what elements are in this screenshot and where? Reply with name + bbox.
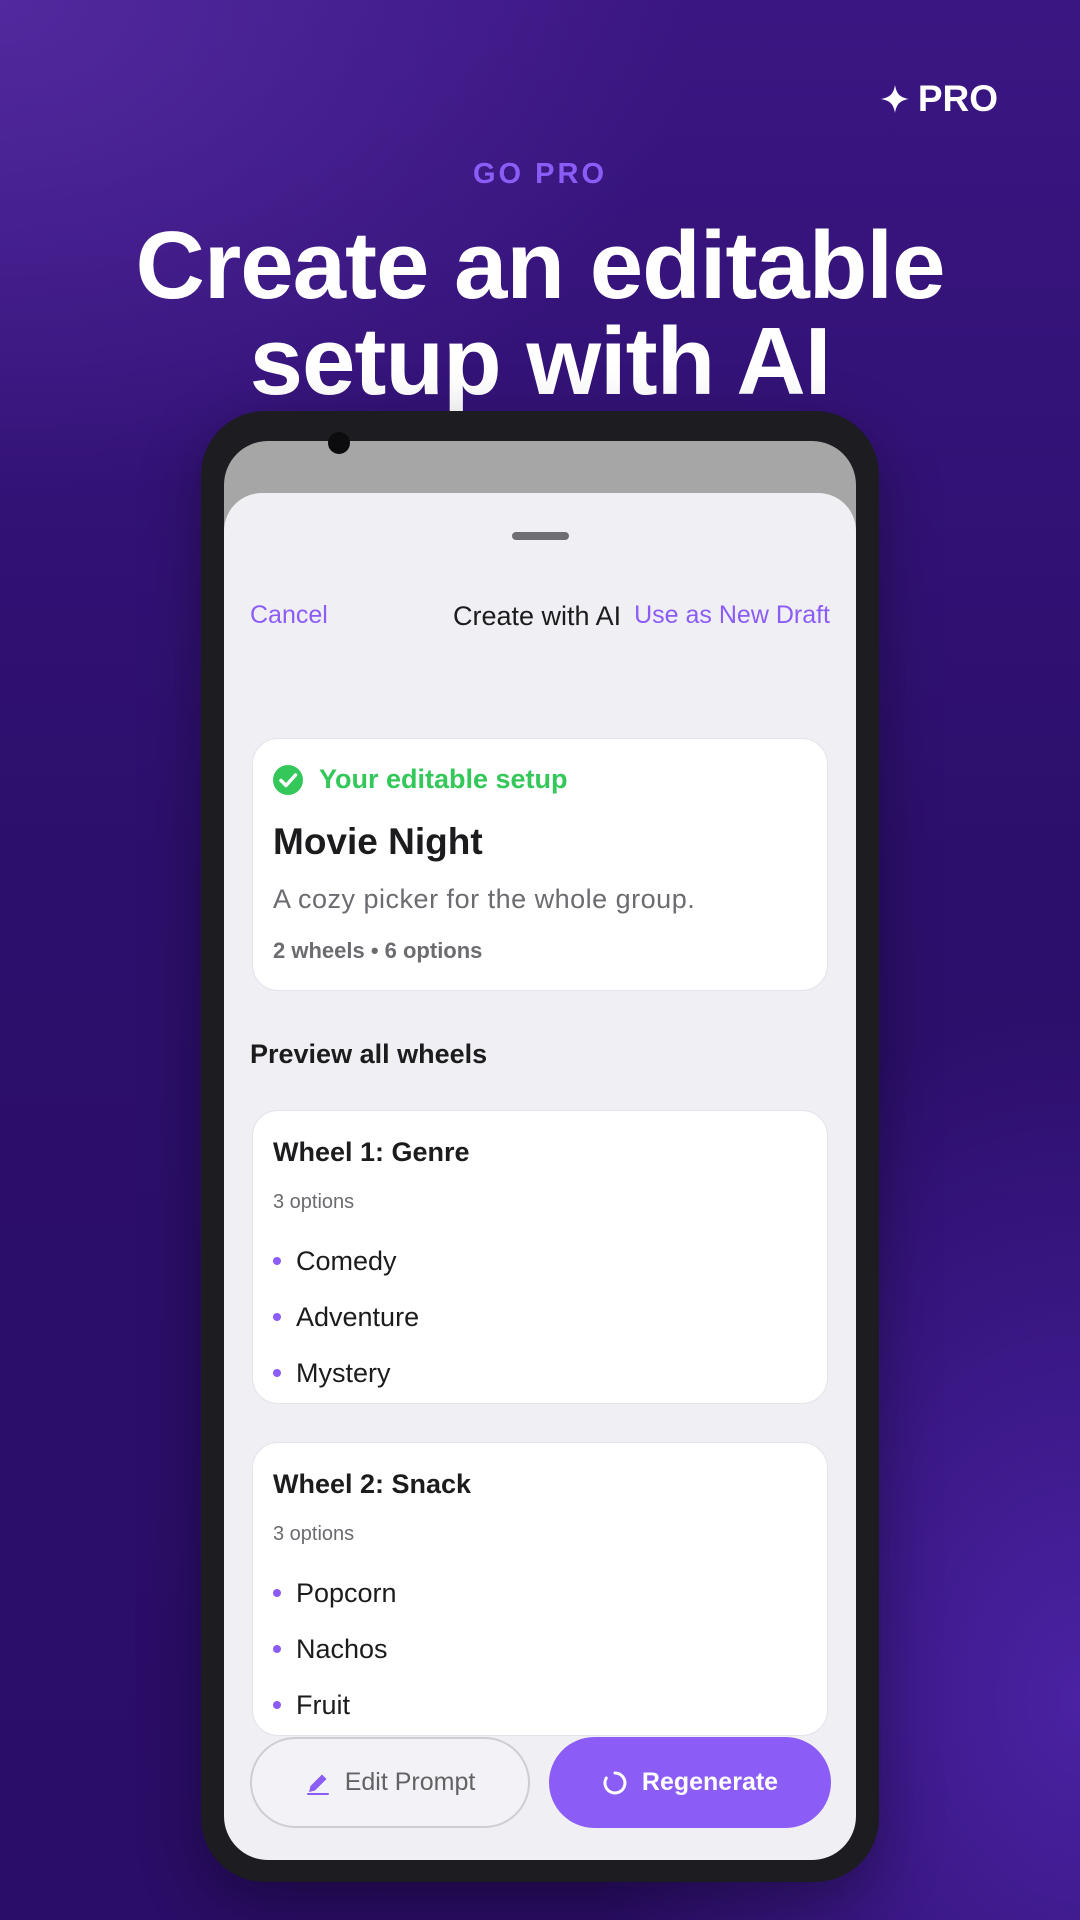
list-item: Adventure [273,1289,419,1345]
preview-section-title: Preview all wheels [250,1039,488,1069]
status-row: Your editable setup [273,764,568,795]
bullet-icon [273,1589,281,1597]
list-item: Nachos [273,1621,397,1677]
check-circle-icon [273,764,303,795]
wheel-option-count: 3 options [273,1523,355,1545]
use-as-new-draft-button[interactable]: Use as New Draft [634,601,830,630]
phone-mockup: Cancel Create with AI Use as New Draft Y… [201,411,879,1882]
pro-badge-label: PRO [917,78,998,119]
sparkle-icon [880,85,909,113]
wheel-title: Wheel 1: Genre [273,1137,470,1167]
headline: Create an editable setup with AI [0,218,1080,410]
camera-icon [328,432,350,454]
sheet-nav-bar: Cancel Create with AI Use as New Draft [224,601,856,641]
setup-title: Movie Night [273,821,483,862]
bullet-icon [273,1313,281,1321]
go-pro-eyebrow: GO PRO [472,158,607,190]
option-label: Popcorn [296,1577,397,1608]
list-item: Fruit [273,1677,397,1733]
wheel-option-list: Comedy Adventure Mystery [273,1233,419,1401]
headline-line-1: Create an editable [135,212,946,319]
edit-prompt-button[interactable]: Edit Prompt [250,1737,530,1828]
regenerate-label: Regenerate [641,1768,779,1796]
bullet-icon [273,1701,281,1709]
option-label: Adventure [296,1301,420,1332]
bullet-icon [273,1645,281,1653]
bullet-icon [273,1369,281,1377]
option-label: Nachos [296,1633,388,1664]
option-label: Fruit [296,1689,350,1720]
wheel-option-list: Popcorn Nachos Fruit [273,1565,397,1733]
sheet-drag-handle[interactable] [512,532,569,540]
setup-meta: 2 wheels • 6 options [273,938,483,963]
list-item: Mystery [273,1345,419,1401]
regenerate-button[interactable]: Regenerate [549,1737,831,1828]
option-label: Comedy [296,1245,397,1276]
list-item: Popcorn [273,1565,397,1621]
wheel-card: Wheel 1: Genre 3 options Comedy Adventur… [252,1110,828,1404]
edit-prompt-label: Edit Prompt [344,1768,476,1796]
setup-description: A cozy picker for the whole group. [273,884,696,914]
headline-line-2: setup with AI [249,308,832,415]
bullet-icon [273,1257,281,1265]
pencil-icon [306,1774,329,1795]
sheet-title: Create with AI [453,601,622,631]
cancel-button[interactable]: Cancel [250,601,328,630]
phone-screen: Cancel Create with AI Use as New Draft Y… [224,441,856,1860]
wheel-title: Wheel 2: Snack [273,1469,472,1499]
wheel-card: Wheel 2: Snack 3 options Popcorn Nachos … [252,1442,828,1736]
create-with-ai-sheet: Cancel Create with AI Use as New Draft Y… [224,493,856,1860]
wheel-option-count: 3 options [273,1191,355,1213]
list-item: Comedy [273,1233,419,1289]
option-label: Mystery [296,1357,391,1388]
status-label: Your editable setup [319,764,568,794]
pro-badge: PRO [880,78,998,120]
setup-summary-card: Your editable setup Movie Night A cozy p… [252,738,828,991]
refresh-icon [603,1771,627,1794]
